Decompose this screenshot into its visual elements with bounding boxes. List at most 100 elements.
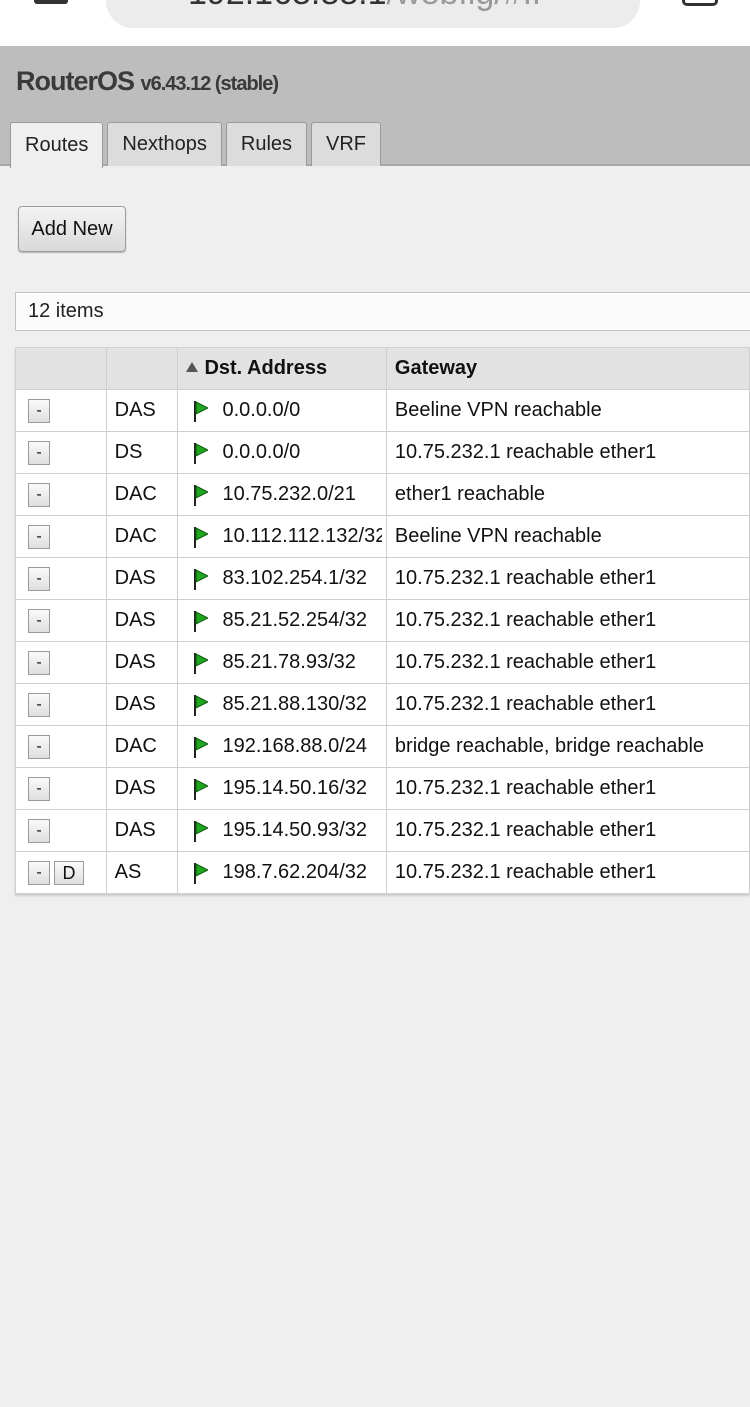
disable-button[interactable]: - — [28, 524, 50, 549]
table-row[interactable]: - DAS 83.102.254.1/32 10.75.232.1 reachable… — [15, 557, 750, 600]
routes-table: Dst. Address Gateway - DAS 0.0.0.0/0 Beelin… — [15, 347, 750, 894]
tab-bar: Routes Nexthops Rules VRF — [10, 120, 385, 168]
column-header-dst-address[interactable]: Dst. Address — [177, 347, 387, 390]
table-header-row: Dst. Address Gateway — [15, 347, 750, 390]
tab-routes[interactable]: Routes — [10, 122, 104, 168]
add-new-button[interactable]: Add New — [18, 206, 126, 252]
row-actions: - — [15, 809, 107, 852]
row-actions: - — [15, 767, 107, 810]
row-gateway: 10.75.232.1 reachable ether1 — [385, 851, 750, 894]
disable-button[interactable]: - — [28, 734, 50, 759]
dst-address-text: 0.0.0.0/0 — [222, 399, 301, 421]
address-bar[interactable]: 192.168.88.1/webfig/#IP — [106, 0, 640, 28]
disable-button[interactable]: - — [28, 608, 50, 633]
row-flags: DAS — [105, 389, 179, 432]
row-dst-address: 192.168.88.0/24 — [177, 725, 387, 768]
green-flag-icon — [194, 484, 209, 506]
green-flag-icon — [194, 652, 209, 674]
row-dst-address: 85.21.78.93/32 — [177, 641, 387, 684]
row-flags: AS — [105, 851, 179, 894]
green-flag-icon — [194, 526, 209, 548]
dst-address-text: 85.21.52.254/32 — [222, 609, 368, 631]
green-flag-icon — [194, 736, 209, 758]
row-dst-address: 0.0.0.0/0 — [177, 431, 387, 474]
disable-button[interactable]: - — [28, 566, 50, 591]
app-header: RouterOS v6.43.12 (stable) Routes Nextho… — [0, 46, 750, 168]
disable-button[interactable]: - — [28, 398, 50, 423]
row-flags: DAS — [105, 557, 179, 600]
row-gateway: Beeline VPN reachable — [385, 515, 750, 558]
dst-address-text: 0.0.0.0/0 — [222, 441, 301, 463]
row-flags: DAC — [105, 473, 179, 516]
dst-address-text: 198.7.62.204/32 — [222, 861, 368, 883]
dynamic-button[interactable]: D — [54, 860, 84, 885]
table-row[interactable]: - DAC 10.112.112.132/32 Beeline VPN reachab… — [15, 515, 750, 558]
row-actions: - — [15, 515, 107, 558]
row-dst-address: 85.21.88.130/32 — [177, 683, 387, 726]
row-gateway: Beeline VPN reachable — [385, 389, 750, 432]
browser-tabs-icon[interactable] — [682, 0, 718, 6]
app-version: v6.43.12 (stable) — [140, 73, 279, 95]
url-text: 192.168.88.1/webfig/#IP — [188, 0, 555, 10]
dst-address-text: 195.14.50.16/32 — [222, 777, 368, 799]
tab-nexthops[interactable]: Nexthops — [107, 122, 222, 166]
table-row[interactable]: - D AS 198.7.62.204/32 10.75.232.1 reachable… — [15, 851, 750, 894]
dst-address-text: 195.14.50.93/32 — [222, 819, 368, 841]
disable-button[interactable]: - — [28, 482, 50, 507]
row-gateway: 10.75.232.1 reachable ether1 — [385, 557, 750, 600]
green-flag-icon — [194, 442, 209, 464]
row-dst-address: 0.0.0.0/0 — [177, 389, 387, 432]
row-dst-address: 83.102.254.1/32 — [177, 557, 387, 600]
table-row[interactable]: - DAS 195.14.50.93/32 10.75.232.1 reachable… — [15, 809, 750, 852]
table-row[interactable]: - DAS 195.14.50.16/32 10.75.232.1 reachable… — [15, 767, 750, 810]
row-flags: DAS — [105, 767, 179, 810]
table-row[interactable]: - DS 0.0.0.0/0 10.75.232.1 reachable ether1 — [15, 431, 750, 474]
dst-address-text: 83.102.254.1/32 — [222, 567, 368, 589]
row-actions: - — [15, 599, 107, 642]
tab-rules[interactable]: Rules — [225, 122, 308, 166]
table-row[interactable]: - DAS 85.21.78.93/32 10.75.232.1 reachable … — [15, 641, 750, 684]
row-actions: - — [15, 557, 107, 600]
green-flag-icon — [194, 400, 209, 422]
table-row[interactable]: - DAS 0.0.0.0/0 Beeline VPN reachable — [15, 389, 750, 432]
row-gateway: 10.75.232.1 reachable ether1 — [385, 431, 750, 474]
row-dst-address: 195.14.50.93/32 — [177, 809, 387, 852]
dst-address-text: 192.168.88.0/24 — [222, 735, 368, 757]
tab-vrf[interactable]: VRF — [311, 122, 382, 166]
dst-address-text: 85.21.78.93/32 — [222, 651, 356, 673]
row-flags: DAS — [105, 599, 179, 642]
green-flag-icon — [194, 820, 209, 842]
disable-button[interactable]: - — [28, 860, 50, 885]
row-gateway: 10.75.232.1 reachable ether1 — [385, 641, 750, 684]
row-gateway: 10.75.232.1 reachable ether1 — [385, 683, 750, 726]
green-flag-icon — [194, 778, 209, 800]
table-row[interactable]: - DAC 192.168.88.0/24 bridge reachable, bri… — [15, 725, 750, 768]
table-row[interactable]: - DAS 85.21.88.130/32 10.75.232.1 reachable… — [15, 683, 750, 726]
disable-button[interactable]: - — [28, 440, 50, 465]
green-flag-icon — [194, 568, 209, 590]
table-row[interactable]: - DAC 10.75.232.0/21 ether1 reachable — [15, 473, 750, 516]
row-dst-address: 10.112.112.132/32 — [177, 515, 387, 558]
row-actions: - — [15, 473, 107, 516]
disable-button[interactable]: - — [28, 776, 50, 801]
column-header-gateway[interactable]: Gateway — [385, 347, 750, 390]
row-flags: DAC — [105, 725, 179, 768]
column-header-actions — [15, 347, 107, 390]
menu-icon[interactable] — [34, 0, 68, 4]
dst-address-text: 85.21.88.130/32 — [222, 693, 368, 715]
row-dst-address: 85.21.52.254/32 — [177, 599, 387, 642]
green-flag-icon — [194, 862, 209, 884]
app-name: RouterOS — [16, 66, 135, 96]
table-row[interactable]: - DAS 85.21.52.254/32 10.75.232.1 reachable… — [15, 599, 750, 642]
column-header-flags — [105, 347, 179, 390]
disable-button[interactable]: - — [28, 650, 50, 675]
row-actions: -D — [15, 851, 107, 894]
row-flags: DAC — [105, 515, 179, 558]
app-title: RouterOS v6.43.12 (stable) — [16, 66, 279, 97]
row-actions: - — [15, 641, 107, 684]
green-flag-icon — [194, 694, 209, 716]
dst-address-text: 10.75.232.0/21 — [222, 483, 356, 505]
disable-button[interactable]: - — [28, 818, 50, 843]
disable-button[interactable]: - — [28, 692, 50, 717]
row-gateway: ether1 reachable — [385, 473, 750, 516]
